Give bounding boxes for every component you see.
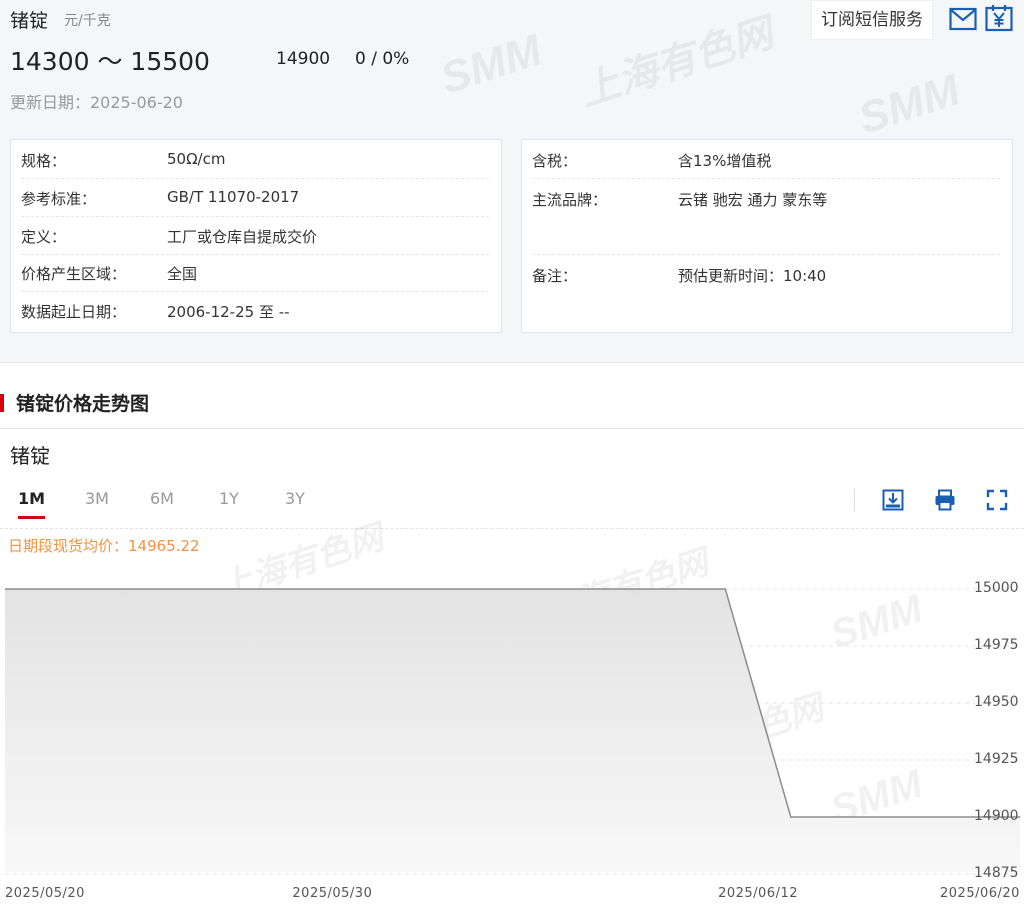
price-area (5, 589, 1020, 872)
subscribe-sms-button[interactable]: 订阅短信服务 (811, 0, 933, 40)
spec-key: 价格产生区域： (21, 265, 127, 283)
chart-title: 锗锭 (10, 444, 50, 468)
section-title: 锗锭价格走势图 (16, 393, 150, 415)
update-date: 更新日期：2025-06-20 (10, 93, 183, 112)
spec-value: GB/T 11070-2017 (167, 188, 300, 206)
price-trend-chart (5, 588, 1020, 875)
divider (532, 254, 1000, 255)
period-average-price: 日期段现货均价：14965.22 (8, 537, 200, 555)
y-tick-label: 14975 (974, 637, 1019, 653)
price-range: 14300 ～ 15500 (10, 47, 210, 76)
x-tick-label: 2025/05/30 (292, 886, 373, 901)
price-change: 0 / 0% (355, 49, 410, 69)
spec-value: 50Ω/cm (167, 150, 226, 168)
price-info-panel: SMM 上海有色网 SMM 锗锭 元/千克 14300 ～ 15500 1490… (0, 0, 1024, 363)
divider (854, 489, 855, 511)
spec-key: 参考标准： (21, 190, 97, 208)
price-unit: 元/千克 (64, 13, 111, 29)
section-accent-bar (0, 394, 4, 412)
x-tick-label: 2025/06/12 (718, 886, 798, 901)
product-name: 锗锭 (10, 10, 49, 32)
spec-value: 云锗 驰宏 通力 蒙东等 (678, 191, 828, 209)
divider (21, 178, 489, 179)
divider (21, 291, 489, 292)
y-tick-label: 14925 (974, 751, 1019, 767)
x-tick-label: 2025/05/20 (5, 886, 85, 901)
spec-value: 含13%增值税 (678, 152, 772, 170)
divider (21, 254, 489, 255)
spec-key: 备注： (532, 267, 578, 285)
spec-card-right: 含税： 含13%增值税 主流品牌： 云锗 驰宏 通力 蒙东等 备注： 预估更新时间：1… (521, 139, 1013, 333)
tab-6m[interactable]: 6M (150, 489, 174, 508)
spec-key: 主流品牌： (532, 191, 608, 209)
print-icon[interactable] (934, 489, 956, 515)
y-tick-label: 14900 (974, 808, 1019, 824)
spec-key: 含税： (532, 152, 578, 170)
spec-key: 数据起止日期： (21, 303, 127, 321)
tab-3m[interactable]: 3M (85, 489, 109, 508)
tab-1m[interactable]: 1M (18, 489, 45, 508)
tab-3y[interactable]: 3Y (285, 489, 305, 508)
fullscreen-icon[interactable] (986, 489, 1008, 515)
spec-card-left: 规格： 50Ω/cm 参考标准： GB/T 11070-2017 定义： 工厂或仓库自… (10, 139, 502, 333)
x-tick-label: 2025/06/20 (940, 886, 1020, 901)
spec-value: 2006-12-25 至 -- (167, 303, 290, 321)
spec-value: 工厂或仓库自提成交价 (167, 228, 318, 246)
spec-value: 全国 (167, 265, 198, 283)
mail-icon[interactable] (949, 7, 977, 35)
active-tab-indicator (18, 516, 45, 519)
y-tick-label: 15000 (974, 580, 1019, 596)
watermark: SMM (434, 25, 548, 104)
spec-key: 规格： (21, 152, 67, 170)
watermark: 上海有色网 (574, 10, 779, 115)
yuan-calendar-icon[interactable] (985, 4, 1013, 36)
divider (0, 428, 1024, 429)
divider (21, 216, 489, 217)
divider (0, 528, 1024, 529)
y-tick-label: 14875 (974, 865, 1019, 881)
spec-value: 预估更新时间：10:40 (678, 267, 827, 285)
divider (532, 178, 1000, 179)
spec-key: 定义： (21, 228, 67, 246)
y-tick-label: 14950 (974, 694, 1019, 710)
download-image-icon[interactable] (882, 489, 904, 515)
watermark: SMM (852, 65, 966, 144)
tab-1y[interactable]: 1Y (219, 489, 239, 508)
average-price: 14900 (276, 49, 331, 69)
